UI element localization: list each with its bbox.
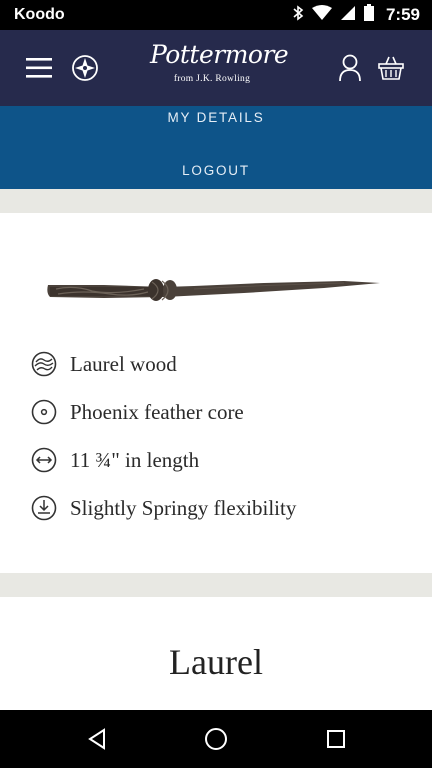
battery-icon [363,4,374,26]
account-dropdown: MY DETAILS LOGOUT [0,106,432,189]
wifi-icon [311,4,332,26]
user-icon [339,54,361,82]
wood-grain-icon [30,351,57,378]
status-bar: Koodo 7:59 [0,0,432,30]
list-item: Phoenix feather core [30,388,296,436]
pottermore-logo[interactable]: Pottermore from J.K. Rowling [150,38,289,98]
list-item: 11 ¾" in length [30,436,296,484]
core-attribute: Phoenix feather core [70,399,244,424]
section-divider [0,573,432,597]
hamburger-icon [26,58,52,78]
compass-icon [72,55,98,81]
recent-apps-icon [327,730,345,748]
clock: 7:59 [385,5,420,24]
signal-icon [340,5,356,26]
flexibility-icon [30,495,57,522]
recent-apps-button[interactable] [321,724,351,754]
length-attribute: 11 ¾" in length [70,447,200,472]
wood-attribute: Laurel wood [70,351,177,376]
wand-attributes: Laurel wood Phoenix feather core 11 ¾" i… [30,340,296,532]
list-item: Slightly Springy flexibility [30,484,296,532]
logo-text: Pottermore [150,40,289,69]
status-icons: 7:59 [292,4,420,26]
list-item: Laurel wood [30,340,296,388]
back-button[interactable] [82,724,112,754]
explore-button[interactable] [68,51,102,85]
app-header: Pottermore from J.K. Rowling [0,30,432,106]
wood-section: Laurel [0,597,432,710]
bluetooth-icon [292,4,304,26]
home-button[interactable] [201,724,231,754]
wand-image [47,279,380,301]
menu-button[interactable] [22,52,56,84]
carrier-name: Koodo [14,6,65,23]
basket-icon [378,56,404,80]
length-icon [30,447,57,474]
wand-card: Laurel wood Phoenix feather core 11 ¾" i… [0,213,432,573]
my-details-link[interactable]: MY DETAILS [0,110,432,125]
logout-link[interactable]: LOGOUT [0,163,432,178]
flexibility-attribute: Slightly Springy flexibility [70,495,297,520]
home-icon [205,728,227,750]
logo-subtitle: from J.K. Rowling [173,74,251,84]
back-icon [88,728,105,750]
section-divider [0,189,432,213]
system-nav-bar [0,710,432,768]
core-icon [30,399,57,426]
basket-button[interactable] [373,50,409,86]
wood-title: Laurel [169,642,263,682]
account-button[interactable] [333,50,367,86]
